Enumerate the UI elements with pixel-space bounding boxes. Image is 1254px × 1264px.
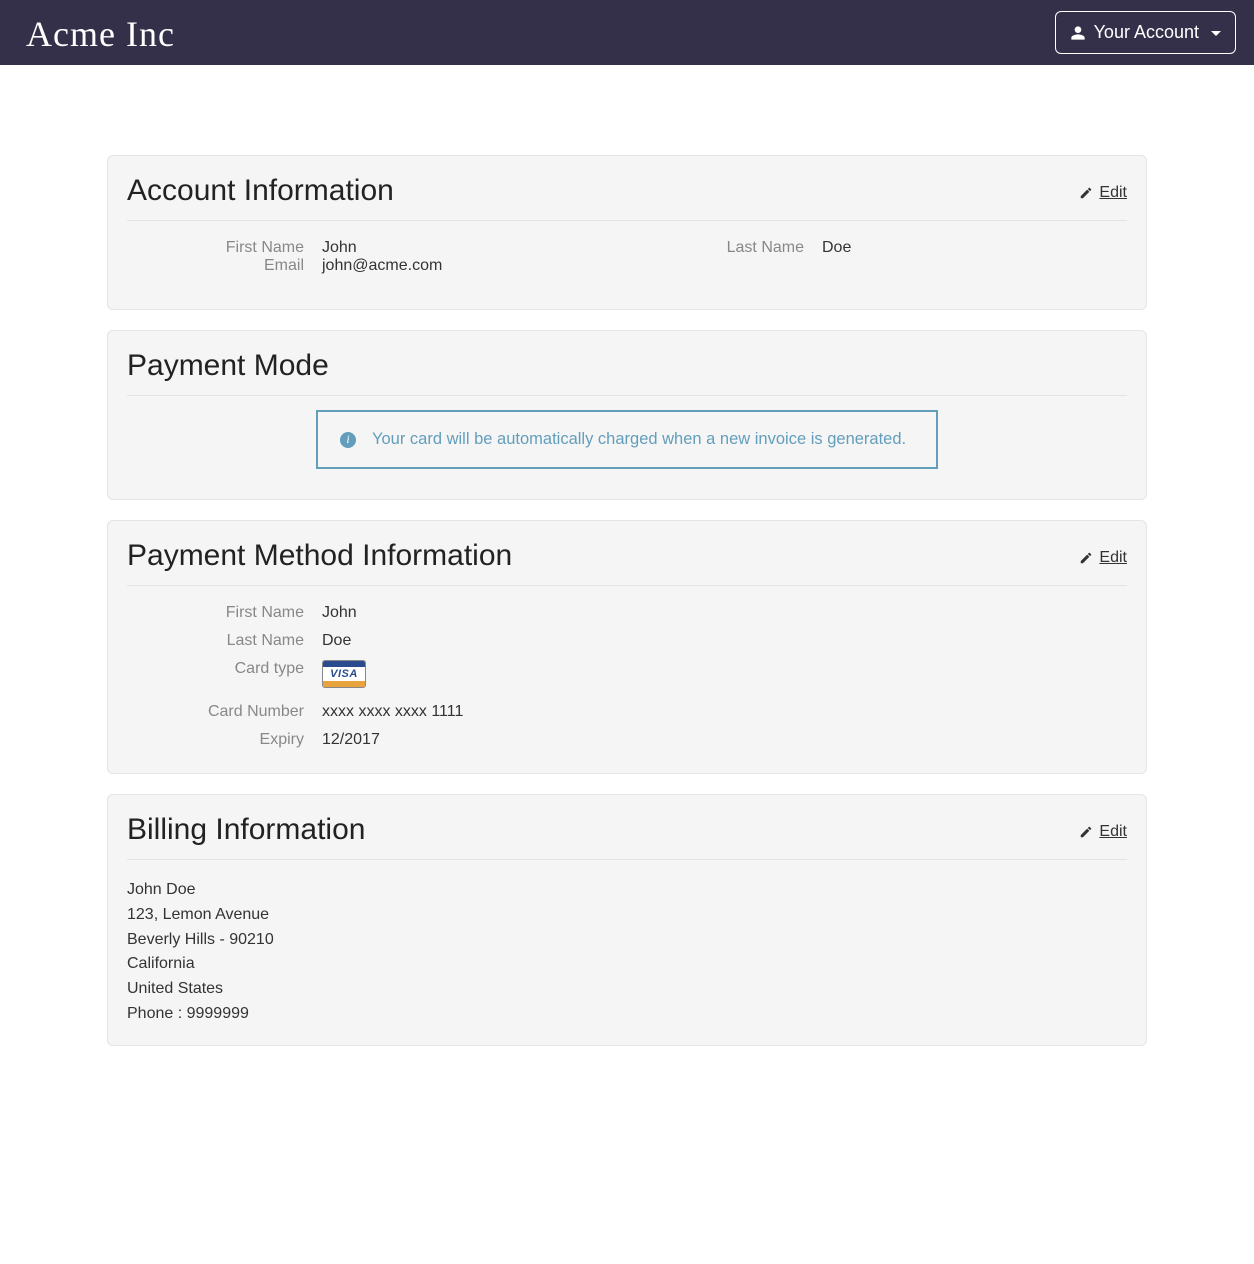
edit-payment-method-link[interactable]: Edit [1079, 549, 1127, 567]
billing-country: United States [127, 977, 1127, 1002]
pencil-icon [1079, 551, 1093, 565]
billing-city-zip: Beverly Hills - 90210 [127, 928, 1127, 953]
payment-mode-panel: Payment Mode i Your card will be automat… [107, 330, 1147, 500]
billing-name: John Doe [127, 878, 1127, 903]
navbar: Acme Inc Your Account [0, 0, 1254, 65]
caret-down-icon [1211, 31, 1221, 36]
billing-information-panel: Billing Information Edit John Doe 123, L… [107, 794, 1147, 1046]
card-number-value: xxxx xxxx xxxx 1111 [322, 703, 463, 721]
user-icon [1070, 25, 1086, 41]
last-name-value: Doe [822, 239, 851, 257]
first-name-value: John [322, 239, 357, 257]
pencil-icon [1079, 825, 1093, 839]
billing-phone: Phone : 9999999 [127, 1002, 1127, 1027]
payment-mode-title: Payment Mode [127, 349, 329, 383]
pencil-icon [1079, 186, 1093, 200]
email-value: john@acme.com [322, 257, 442, 275]
pm-first-name-value: John [322, 604, 357, 622]
payment-mode-message: Your card will be automatically charged … [372, 430, 906, 449]
payment-method-title: Payment Method Information [127, 539, 512, 573]
visa-icon: VISA [322, 660, 366, 688]
pm-first-name-label: First Name [127, 604, 322, 622]
card-type-label: Card type [127, 660, 322, 693]
expiry-value: 12/2017 [322, 731, 380, 749]
payment-mode-alert: i Your card will be automatically charge… [316, 410, 938, 469]
pm-last-name-value: Doe [322, 632, 351, 650]
edit-label: Edit [1099, 823, 1127, 841]
expiry-label: Expiry [127, 731, 322, 749]
billing-state: California [127, 952, 1127, 977]
info-icon: i [340, 432, 356, 448]
edit-label: Edit [1099, 549, 1127, 567]
card-type-value: VISA [322, 660, 366, 693]
account-information-title: Account Information [127, 174, 394, 208]
first-name-label: First Name [127, 239, 322, 257]
your-account-button[interactable]: Your Account [1055, 11, 1236, 54]
edit-account-information-link[interactable]: Edit [1079, 184, 1127, 202]
your-account-label: Your Account [1094, 22, 1199, 43]
card-number-label: Card Number [127, 703, 322, 721]
last-name-label: Last Name [627, 239, 822, 257]
billing-information-title: Billing Information [127, 813, 365, 847]
billing-street: 123, Lemon Avenue [127, 903, 1127, 928]
payment-method-panel: Payment Method Information Edit First Na… [107, 520, 1147, 774]
edit-label: Edit [1099, 184, 1127, 202]
pm-last-name-label: Last Name [127, 632, 322, 650]
brand-logo: Acme Inc [26, 14, 175, 52]
email-label: Email [127, 257, 322, 275]
account-information-panel: Account Information Edit First Name John… [107, 155, 1147, 310]
edit-billing-information-link[interactable]: Edit [1079, 823, 1127, 841]
